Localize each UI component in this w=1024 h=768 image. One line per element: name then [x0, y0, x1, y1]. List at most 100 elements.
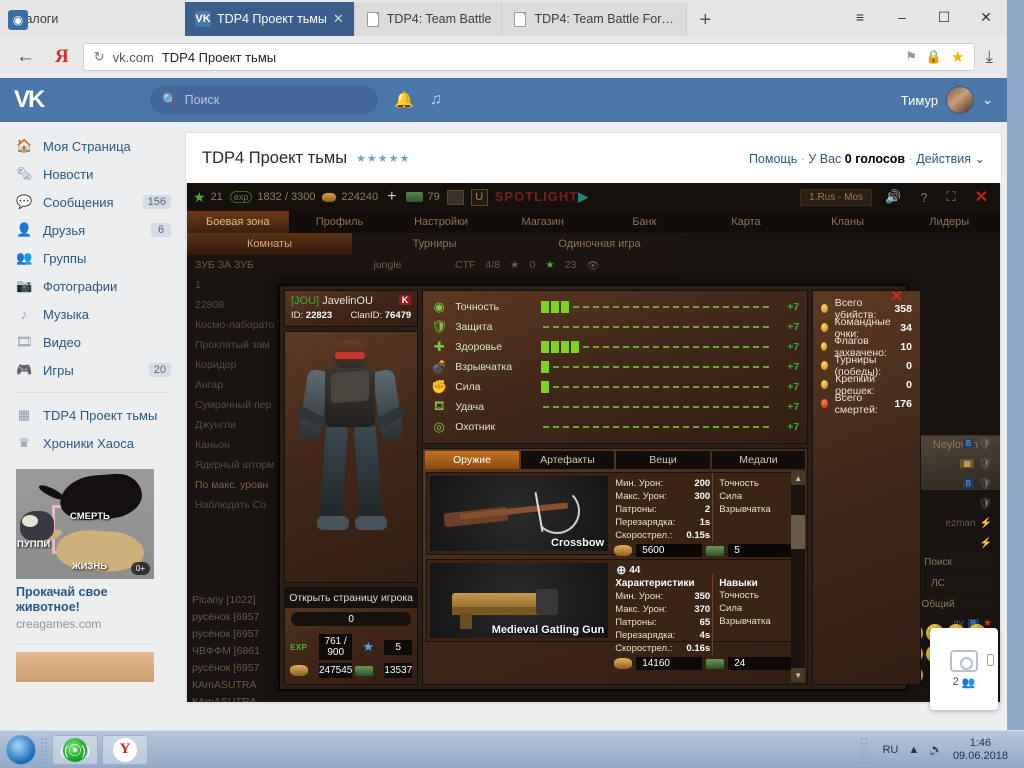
tab-close-icon[interactable]: ✕ [333, 11, 344, 27]
inventory-icon[interactable] [446, 189, 464, 205]
help-icon[interactable]: ? [914, 190, 933, 205]
user-menu[interactable]: Тимур ⌄ [901, 86, 993, 114]
language-indicator[interactable]: RU [882, 744, 898, 756]
downloads-icon[interactable]: ⤓ [985, 47, 997, 67]
game-subnav-single[interactable]: Одиночная игра [517, 233, 682, 255]
list-item[interactable]: русёнок [6957 [187, 659, 279, 676]
back-button[interactable]: ← [10, 46, 41, 68]
weapon-card-crossbow[interactable]: Crossbow Мин. Урон: 200 Макс. Урон: 300 … [426, 472, 805, 557]
sidebar-item-news[interactable]: 🗞 Новости [0, 160, 185, 188]
address-bar[interactable]: ↻ vk.com TDP4 Проект тьмы ⚑ 🔒 ★ [82, 43, 976, 71]
game-nav-profile[interactable]: Профиль [289, 211, 391, 233]
scroll-up-button[interactable]: ▲ [791, 471, 806, 485]
list-item[interactable]: КАmASUTRA [187, 676, 279, 693]
list-item[interactable]: русёнок [6957 [187, 608, 279, 625]
game-nav-clans[interactable]: Кланы [797, 211, 899, 233]
sidebar-item-music[interactable]: ♪ Музыка [0, 300, 185, 328]
music-note-icon[interactable]: ♫ [430, 91, 442, 109]
server-label[interactable]: 1.Rus - Mos [800, 188, 873, 206]
start-button[interactable] [6, 734, 36, 765]
sidebar-item-messages[interactable]: 💬 Сообщения 156 [0, 188, 185, 216]
game-nav-map[interactable]: Карта [695, 211, 797, 233]
sidebar-item-tdp4[interactable]: ▦ TDP4 Проект тьмы [0, 401, 185, 429]
weapon-card-gatling[interactable]: Medieval Gatling Gun ⊕ 44 Характеристики… [426, 559, 805, 670]
open-player-page-button[interactable]: Открыть страницу игрока [285, 588, 418, 608]
list-item[interactable]: Джунгли [187, 415, 279, 435]
list-item[interactable]: русёнок [6957 [187, 625, 279, 642]
list-item[interactable]: Космо-лаборато [187, 315, 279, 335]
list-item[interactable]: Picany [1022] [187, 591, 279, 608]
sidebar-item-photos[interactable]: 📷 Фотографии [0, 272, 185, 300]
clock[interactable]: 1:46 09.06.2018 [953, 737, 1008, 763]
tab-weapons[interactable]: Оружие [425, 451, 519, 469]
room-row[interactable]: ЗУБ ЗА ЗУБ jungle CTF 4/8 ★ 0 ★ 23 👁 [187, 255, 682, 275]
list-item[interactable]: Каньон [187, 435, 279, 455]
list-item[interactable]: ЧBФФM [6861 [187, 642, 279, 659]
yandex-logo-icon[interactable]: Я [51, 46, 73, 68]
sidebar-item-video[interactable]: 🎞 Видео [0, 328, 185, 356]
fullscreen-icon[interactable]: ⛶ [940, 189, 961, 205]
list-item[interactable]: Ядерный шторм [187, 455, 279, 475]
sidebar-item-games[interactable]: 🎮 Игры 20 [0, 356, 185, 384]
bookmark-star-icon[interactable]: ★ [951, 48, 964, 66]
game-nav-shop[interactable]: Магазин [492, 211, 594, 233]
maximize-button[interactable]: ☐ [923, 2, 965, 32]
tab-dialogs[interactable]: ◉ Диалоги [0, 2, 185, 36]
game-subnav-tournaments[interactable]: Турниры [352, 233, 517, 255]
sidebar-item-friends[interactable]: 👤 Друзья 6 [0, 216, 185, 244]
list-item[interactable]: 22808 [187, 295, 279, 315]
game-close-icon[interactable]: ✕ [969, 187, 994, 207]
scroll-thumb[interactable] [791, 515, 806, 549]
tray-expand-icon[interactable]: ▲ [908, 744, 919, 756]
game-nav-bank[interactable]: Банк [594, 211, 696, 233]
scroll-down-button[interactable]: ▼ [791, 668, 806, 682]
lock-icon[interactable]: 🔒 [926, 49, 942, 65]
vk-search-box[interactable]: 🔍 Поиск [150, 86, 378, 114]
list-item-max-level[interactable]: По макс. уровн [187, 475, 279, 495]
list-item[interactable]: Проклятый зам [187, 335, 279, 355]
add-coins-button[interactable]: + [387, 188, 396, 206]
tab-artifacts[interactable]: Артефакты [520, 451, 615, 469]
sidebar-item-groups[interactable]: 👥 Группы [0, 244, 185, 272]
sidebar-item-my-page[interactable]: 🏠 Моя Страница [0, 132, 185, 160]
list-item[interactable]: Сумрачный пер [187, 395, 279, 415]
browser-menu-icon[interactable]: ≡ [839, 2, 881, 32]
volume-icon[interactable]: 🔊 [929, 743, 943, 756]
sidebar-ad[interactable]: СМЕРТЬ ЖИЗНЬ ПУППИ 0+ Прокачай свое живо… [0, 457, 185, 682]
ad-image-secondary[interactable] [16, 652, 154, 682]
bell-icon[interactable]: 🔔 [394, 90, 414, 110]
minimize-button[interactable]: – [881, 2, 923, 32]
game-canvas[interactable]: ★ 21 exp 1832 / 3300 224240 + 79 U SPOTLIG… [186, 183, 1001, 703]
vk-logo-icon[interactable]: VK [14, 86, 134, 114]
actions-link[interactable]: Действия [916, 152, 971, 166]
weapon-list-scrollbar[interactable]: ▲ ▼ [791, 471, 806, 682]
list-item-observe[interactable]: Наблюдать Со [187, 495, 279, 515]
ad-title[interactable]: Прокачай свое животное! [16, 585, 136, 615]
list-item[interactable]: Ангар [187, 375, 279, 395]
room-watch-icon[interactable]: 👁 [586, 259, 599, 272]
tab-medals[interactable]: Медали [711, 451, 806, 469]
tab-tdp4-vk[interactable]: VK TDP4 Проект тьмы ✕ [185, 2, 355, 36]
tab-team-battle[interactable]: TDP4: Team Battle [354, 2, 503, 36]
game-subnav-rooms[interactable]: Комнаты [187, 233, 352, 255]
attribute-label: Удача [455, 401, 485, 413]
tab-things[interactable]: Вещи [616, 451, 710, 469]
help-link[interactable]: Помощь [749, 152, 797, 166]
game-nav-battle-zone[interactable]: Боевая зона [187, 211, 289, 233]
taskbar-app-green[interactable]: ((⦿)) [52, 734, 98, 765]
taskbar-app-yandex[interactable]: Y [102, 734, 148, 765]
sidebar-item-chronicles[interactable]: ♛ Хроники Хаоса [0, 429, 185, 457]
reload-icon[interactable]: ↻ [94, 49, 105, 65]
close-button[interactable]: ✕ [965, 2, 1007, 32]
modal-close-icon[interactable]: ✕ [890, 287, 903, 305]
speaker-icon[interactable]: 🔊 [879, 189, 907, 205]
game-nav-settings[interactable]: Настройки [390, 211, 492, 233]
game-nav-leaders[interactable]: Лидеры [898, 211, 1000, 233]
list-item[interactable]: 1 [187, 275, 279, 295]
tab-team-battle-forum[interactable]: TDP4: Team Battle Forum · [502, 2, 688, 36]
list-item[interactable]: КАmASUTRA [187, 693, 279, 703]
new-tab-button[interactable]: + [687, 10, 723, 30]
flag-icon[interactable]: ⚑ [905, 49, 917, 65]
list-item[interactable]: Коридор [187, 355, 279, 375]
floating-widget[interactable]: 2 👥 [930, 628, 998, 710]
